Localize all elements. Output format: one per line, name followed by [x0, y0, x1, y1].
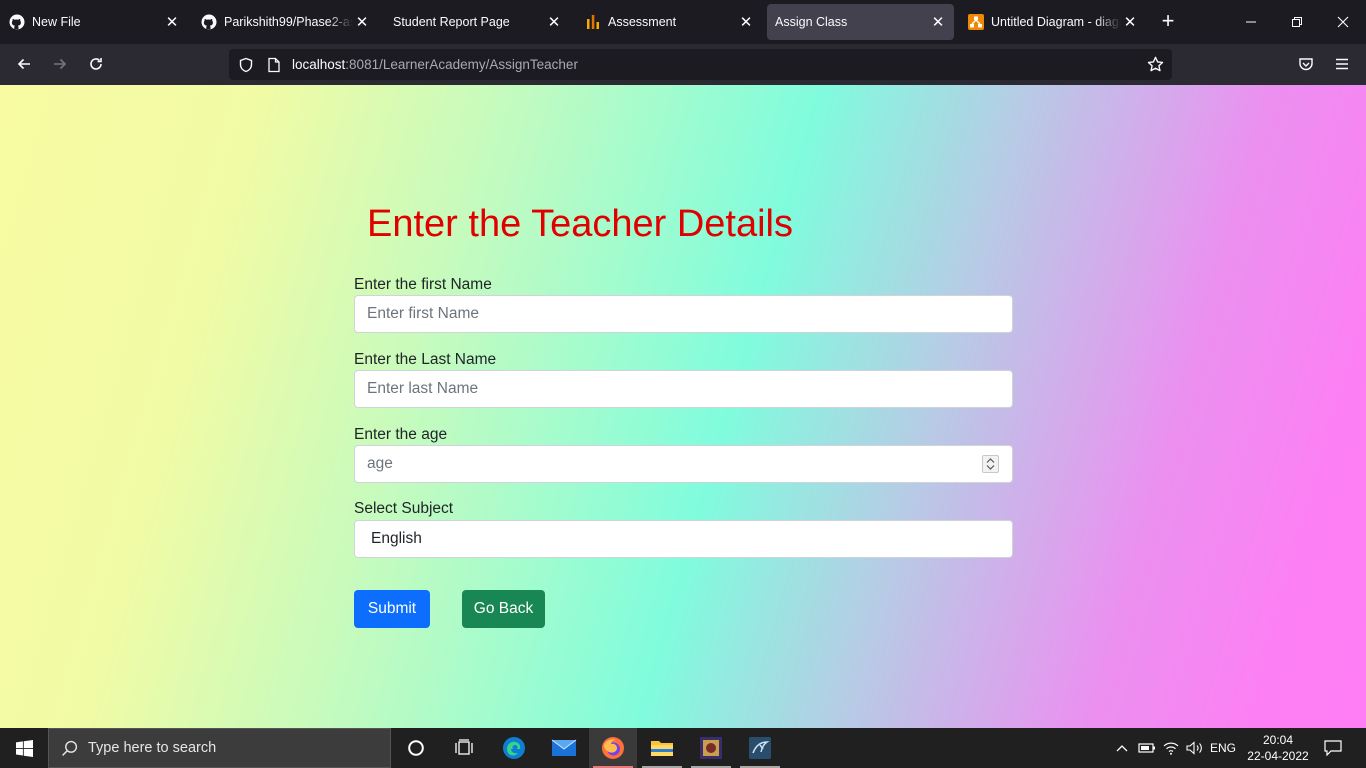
network-status[interactable]	[1160, 728, 1182, 768]
firefox-icon	[602, 737, 624, 759]
clock-time: 20:04	[1262, 733, 1294, 747]
back-button[interactable]	[10, 50, 38, 78]
age-placeholder: age	[367, 455, 393, 472]
age-label: Enter the age	[354, 426, 448, 443]
subject-label: Select Subject	[354, 500, 454, 517]
tab-title: Assessment	[608, 15, 677, 29]
github-icon	[201, 14, 217, 30]
tab-drawio[interactable]: Untitled Diagram - diagra ✕	[959, 4, 1146, 40]
tab-title: Parikshith99/Phase2-asse	[224, 15, 353, 29]
firefox-taskbar-button[interactable]	[589, 728, 637, 768]
edge-taskbar-button[interactable]	[490, 728, 538, 768]
tab-new-file[interactable]: New File ✕	[0, 4, 188, 40]
notifications-button[interactable]	[1318, 728, 1348, 768]
menu-icon[interactable]	[1328, 50, 1356, 78]
mysql-workbench-taskbar-button[interactable]	[736, 728, 784, 768]
search-placeholder: Type here to search	[88, 740, 217, 756]
minimize-button[interactable]	[1228, 0, 1274, 44]
windows-icon	[15, 739, 33, 757]
game-app-taskbar-button[interactable]	[687, 728, 735, 768]
page-icon[interactable]	[265, 56, 282, 73]
url-text[interactable]: localhost:8081/LearnerAcademy/AssignTeac…	[292, 57, 578, 72]
page-content: Enter the Teacher Details Enter the firs…	[0, 85, 1366, 728]
tab-title: Student Report Page	[393, 15, 510, 29]
battery-status[interactable]	[1136, 728, 1158, 768]
close-icon[interactable]: ✕	[737, 13, 755, 31]
url-bar[interactable]: localhost:8081/LearnerAcademy/AssignTeac…	[229, 49, 1172, 80]
cortana-button[interactable]	[392, 728, 440, 768]
new-tab-button[interactable]: +	[1156, 10, 1180, 34]
forward-button[interactable]	[46, 50, 74, 78]
speaker-icon	[1186, 741, 1202, 755]
start-button[interactable]	[0, 728, 48, 768]
pocket-icon[interactable]	[1292, 50, 1320, 78]
volume-control[interactable]	[1184, 728, 1206, 768]
wifi-icon	[1163, 742, 1179, 755]
notification-icon	[1324, 740, 1342, 756]
drawio-icon	[968, 14, 984, 30]
tab-title: Untitled Diagram - diagra	[991, 15, 1121, 29]
mysql-workbench-icon	[749, 737, 771, 759]
taskbar: Type here to search ENG 20:04 22-04-2022	[0, 728, 1366, 768]
github-icon	[9, 14, 25, 30]
last-name-label: Enter the Last Name	[354, 351, 497, 368]
clock-date: 22-04-2022	[1247, 749, 1309, 763]
page-title: Enter the Teacher Details	[367, 203, 793, 245]
restore-button[interactable]	[1274, 0, 1320, 44]
chevron-up-icon	[1116, 745, 1128, 752]
tab-title: New File	[32, 15, 81, 29]
first-name-label: Enter the first Name	[354, 276, 492, 293]
mail-taskbar-button[interactable]	[540, 728, 588, 768]
reload-button[interactable]	[82, 50, 110, 78]
last-name-placeholder: Enter last Name	[367, 380, 479, 397]
first-name-input[interactable]: Enter first Name	[354, 295, 1013, 333]
subject-select[interactable]: English	[354, 520, 1013, 558]
tab-student-report[interactable]: Student Report Page ✕	[384, 4, 570, 40]
navigation-toolbar: localhost:8081/LearnerAcademy/AssignTeac…	[0, 44, 1366, 85]
task-view-icon	[455, 739, 473, 755]
edge-icon	[503, 737, 525, 759]
submit-button[interactable]: Submit	[354, 590, 430, 628]
tab-title: Assign Class	[775, 15, 848, 29]
system-clock[interactable]: 20:04 22-04-2022	[1240, 732, 1316, 764]
star-icon[interactable]	[1147, 56, 1164, 73]
close-window-button[interactable]	[1320, 0, 1366, 44]
close-icon[interactable]: ✕	[163, 13, 181, 31]
tab-strip: New File ✕ Parikshith99/Phase2-asse ✕ St…	[0, 0, 1366, 44]
cortana-icon	[408, 740, 424, 756]
go-back-button[interactable]: Go Back	[462, 590, 545, 628]
close-icon[interactable]: ✕	[353, 13, 371, 31]
age-input[interactable]: age	[354, 445, 1013, 483]
analytics-icon	[585, 14, 601, 30]
url-path: :8081/LearnerAcademy/AssignTeacher	[345, 57, 578, 72]
tab-assessment[interactable]: Assessment ✕	[576, 4, 762, 40]
url-host: localhost	[292, 57, 346, 72]
taskbar-search[interactable]: Type here to search	[48, 728, 391, 768]
tab-github-repo[interactable]: Parikshith99/Phase2-asse ✕	[192, 4, 378, 40]
task-view-button[interactable]	[440, 728, 488, 768]
subject-selected-value: English	[371, 530, 422, 547]
spin-down-icon[interactable]	[986, 465, 995, 470]
show-hidden-icons-button[interactable]	[1112, 728, 1132, 768]
shield-icon[interactable]	[237, 56, 254, 73]
close-icon[interactable]: ✕	[929, 13, 947, 31]
game-app-icon	[700, 737, 722, 759]
first-name-placeholder: Enter first Name	[367, 305, 479, 322]
spin-up-icon[interactable]	[986, 458, 995, 463]
file-explorer-taskbar-button[interactable]	[638, 728, 686, 768]
language-indicator[interactable]: ENG	[1208, 728, 1238, 768]
battery-icon	[1138, 743, 1155, 753]
last-name-input[interactable]: Enter last Name	[354, 370, 1013, 408]
number-spinner[interactable]	[982, 455, 999, 473]
close-icon[interactable]: ✕	[1121, 13, 1139, 31]
folder-icon	[651, 741, 673, 756]
search-icon	[61, 740, 78, 762]
tab-assign-class[interactable]: Assign Class ✕	[767, 4, 954, 40]
mail-icon	[551, 739, 577, 756]
close-icon[interactable]: ✕	[545, 13, 563, 31]
